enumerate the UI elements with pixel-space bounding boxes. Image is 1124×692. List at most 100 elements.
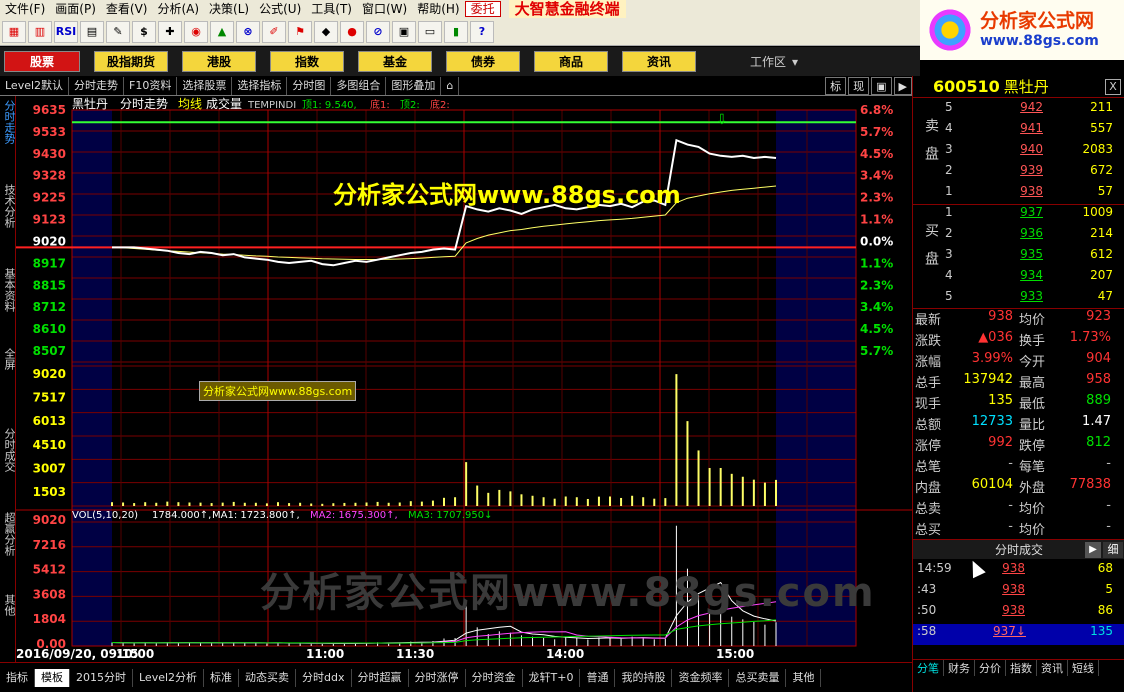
- bottom-capital-freq[interactable]: 资金频率: [672, 668, 730, 687]
- tab-select-indicator[interactable]: 选择指标: [232, 76, 288, 95]
- bid-price[interactable]: 937: [985, 205, 1043, 219]
- bottom-my-holdings[interactable]: 我的持股: [615, 668, 673, 687]
- bottom-indicators[interactable]: 指标: [0, 668, 35, 687]
- ask-row[interactable]: 3 940 2083: [943, 142, 1123, 163]
- bottom-normal[interactable]: 普通: [580, 668, 616, 687]
- tab-multi-chart[interactable]: 多图组合: [331, 76, 387, 95]
- bottom-total-trade[interactable]: 总买卖量: [729, 668, 787, 687]
- ask-row[interactable]: 2 939 672: [943, 163, 1123, 184]
- rail-fenshi-trade[interactable]: 分时成交: [1, 428, 17, 472]
- mark-button[interactable]: 标: [825, 76, 847, 95]
- tick-row[interactable]: :43 938 5: [913, 582, 1124, 603]
- bid-price[interactable]: 934: [985, 268, 1043, 282]
- pen-icon[interactable]: ✐: [262, 20, 286, 43]
- close-icon[interactable]: X: [1105, 79, 1121, 95]
- grid-icon[interactable]: ▤: [80, 20, 104, 43]
- rail-fenshi[interactable]: 分时走势: [1, 100, 17, 144]
- binoculars-icon[interactable]: ⊗: [236, 20, 260, 43]
- stop-icon[interactable]: ⊘: [366, 20, 390, 43]
- bid-price[interactable]: 936: [985, 226, 1043, 240]
- tab-overlay[interactable]: 图形叠加: [386, 76, 442, 95]
- ask-row[interactable]: 5 942 211: [943, 100, 1123, 121]
- panel-tab-index[interactable]: 指数: [1006, 660, 1037, 676]
- bottom-super-win[interactable]: 分时超赢: [352, 668, 409, 687]
- flag-icon[interactable]: ⚑: [288, 20, 312, 43]
- fenshi-tool-icon[interactable]: ▦: [2, 20, 26, 43]
- nav-news[interactable]: 资讯: [622, 51, 696, 72]
- bottom-ddx[interactable]: 分时ddx: [296, 668, 352, 687]
- panel-tab-short[interactable]: 短线: [1068, 660, 1099, 676]
- ask-row[interactable]: 4 941 557: [943, 121, 1123, 142]
- kline-tool-icon[interactable]: ▥: [28, 20, 52, 43]
- bottom-2015-fenshi[interactable]: 2015分时: [70, 668, 133, 687]
- nav-hk-stocks[interactable]: 港股: [182, 51, 256, 72]
- rail-super-win[interactable]: 超赢分析: [1, 512, 17, 556]
- rail-basic-info[interactable]: 基本资料: [1, 268, 17, 312]
- bid-price[interactable]: 935: [985, 247, 1043, 261]
- signal-icon[interactable]: ◉: [184, 20, 208, 43]
- tick-row[interactable]: :50 938 86: [913, 603, 1124, 624]
- tick-row-selected[interactable]: :58 937↓ 135: [913, 624, 1124, 645]
- tick-arrow-button[interactable]: ▶: [1085, 542, 1101, 558]
- help-icon[interactable]: ?: [470, 20, 494, 43]
- tab-level2-default[interactable]: Level2默认: [0, 76, 70, 95]
- bottom-capital[interactable]: 分时资金: [466, 668, 523, 687]
- panel-tab-price-dist[interactable]: 分价: [975, 660, 1006, 676]
- ask-price[interactable]: 942: [985, 100, 1043, 114]
- lock-icon[interactable]: ⌂: [441, 76, 460, 95]
- bottom-dynamic-trade[interactable]: 动态买卖: [239, 668, 297, 687]
- nav-index[interactable]: 指数: [270, 51, 344, 72]
- restore-icon[interactable]: ▣: [871, 76, 892, 95]
- nav-commodities[interactable]: 商品: [534, 51, 608, 72]
- tab-f10[interactable]: F10资料: [124, 76, 178, 95]
- menu-window[interactable]: 窗口(W): [357, 0, 412, 18]
- menu-help[interactable]: 帮助(H): [412, 0, 464, 18]
- tab-select-stock[interactable]: 选择股票: [177, 76, 233, 95]
- menu-formula[interactable]: 公式(U): [254, 0, 306, 18]
- calendar-icon[interactable]: ▣: [392, 20, 416, 43]
- ask-price[interactable]: 938: [985, 184, 1043, 198]
- ask-price[interactable]: 940: [985, 142, 1043, 156]
- menu-analysis[interactable]: 分析(A): [152, 0, 204, 18]
- tab-fenshi-chart[interactable]: 分时图: [287, 76, 332, 95]
- bid-row[interactable]: 2 936 214: [943, 226, 1123, 247]
- bottom-level2-analysis[interactable]: Level2分析: [133, 668, 205, 687]
- tick-detail-button[interactable]: 细: [1103, 542, 1123, 558]
- current-button[interactable]: 现: [848, 76, 870, 95]
- menu-decision[interactable]: 决策(L): [204, 0, 254, 18]
- menu-tools[interactable]: 工具(T): [306, 0, 357, 18]
- bid-row[interactable]: 3 935 612: [943, 247, 1123, 268]
- bid-row[interactable]: 1 937 1009: [943, 205, 1123, 226]
- bottom-limit-up[interactable]: 分时涨停: [409, 668, 466, 687]
- window-icon[interactable]: ▭: [418, 20, 442, 43]
- record-icon[interactable]: ●: [340, 20, 364, 43]
- bid-row[interactable]: 4 934 207: [943, 268, 1123, 289]
- tab-fenshi[interactable]: 分时走势: [69, 76, 125, 95]
- menu-view-mode[interactable]: 画面(P): [50, 0, 101, 18]
- bottom-other[interactable]: 其他: [786, 668, 822, 687]
- panel-tab-finance[interactable]: 财务: [944, 660, 975, 676]
- books-icon[interactable]: ▮: [444, 20, 468, 43]
- nav-funds[interactable]: 基金: [358, 51, 432, 72]
- ask-price[interactable]: 939: [985, 163, 1043, 177]
- menu-file[interactable]: 文件(F): [0, 0, 50, 18]
- tick-row[interactable]: 14:59 938 68: [913, 561, 1124, 582]
- bid-price[interactable]: 933: [985, 289, 1043, 303]
- plus-icon[interactable]: ✚: [158, 20, 182, 43]
- bottom-template[interactable]: 模板: [35, 668, 70, 687]
- workarea-dropdown-icon[interactable]: ▾: [792, 55, 798, 69]
- menu-view[interactable]: 查看(V): [101, 0, 153, 18]
- rsi-button[interactable]: RSI: [54, 20, 78, 43]
- panel-tab-news[interactable]: 资讯: [1037, 660, 1068, 676]
- ask-price[interactable]: 941: [985, 121, 1043, 135]
- rail-technical[interactable]: 技术分析: [1, 184, 17, 228]
- ask-row[interactable]: 1 938 57: [943, 184, 1123, 205]
- diamond-icon[interactable]: ◆: [314, 20, 338, 43]
- bid-row[interactable]: 5 933 47: [943, 289, 1123, 310]
- bottom-standard[interactable]: 标准: [204, 668, 240, 687]
- nav-stocks[interactable]: 股票: [4, 51, 80, 72]
- dollar-button[interactable]: $: [132, 20, 156, 43]
- bottom-longxuan[interactable]: 龙轩T+0: [523, 668, 581, 687]
- workarea-label[interactable]: 工作区: [750, 53, 786, 70]
- panel-tab-ticks[interactable]: 分笔: [913, 660, 944, 676]
